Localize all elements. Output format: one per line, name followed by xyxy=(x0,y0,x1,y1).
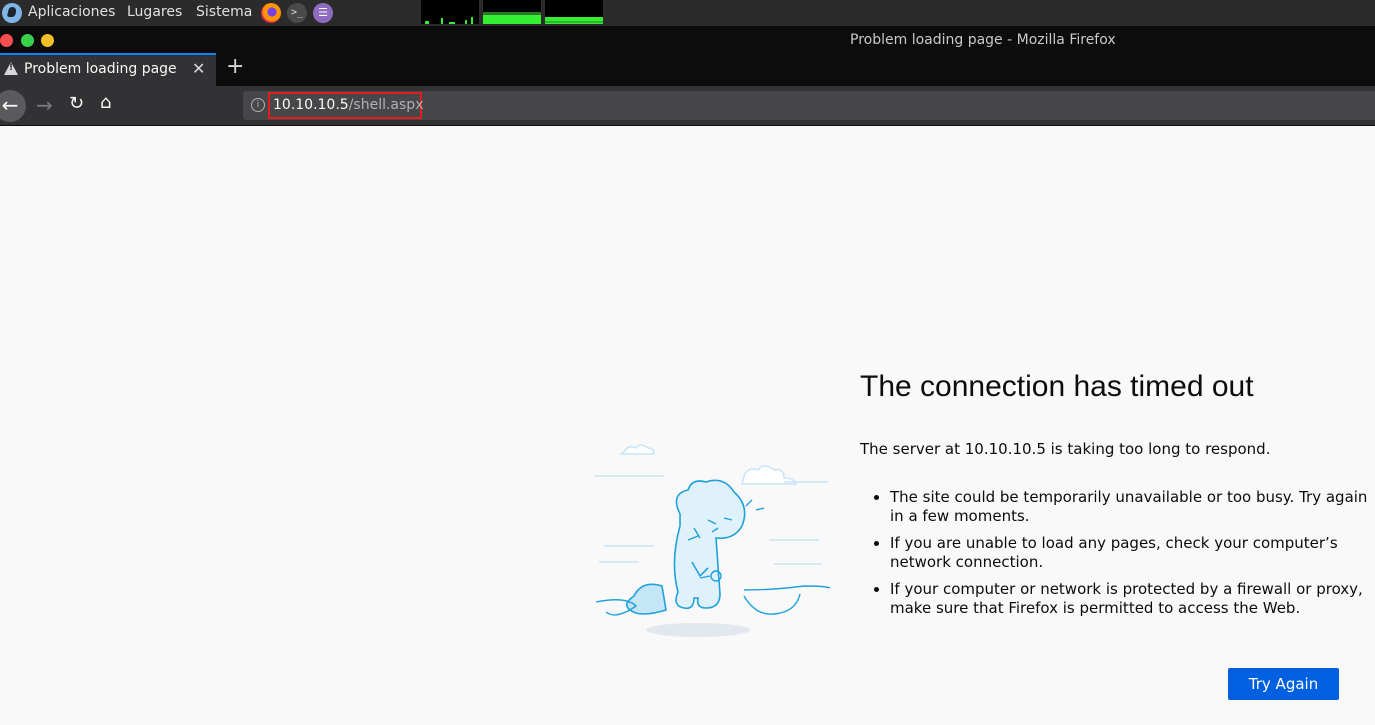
list-item: If you are unable to load any pages, che… xyxy=(890,534,1370,572)
os-top-panel: Aplicaciones Lugares Sistema >_ ☰ xyxy=(0,0,1375,26)
disconnected-dinosaur-illustration xyxy=(594,444,830,637)
navigation-toolbar: ← → ↻ ⌂ i 10.10.10.5/shell.aspx xyxy=(0,86,1375,126)
error-reasons-list: The site could be temporarily unavailabl… xyxy=(870,488,1370,626)
menu-lugares[interactable]: Lugares xyxy=(127,4,182,20)
close-window-button[interactable] xyxy=(0,34,13,47)
warning-icon xyxy=(4,62,18,75)
tab-label: Problem loading page xyxy=(24,61,177,77)
list-item: The site could be temporarily unavailabl… xyxy=(890,488,1370,526)
distro-logo-icon[interactable] xyxy=(2,3,22,23)
cpu-monitor xyxy=(421,0,479,24)
maximize-window-button[interactable] xyxy=(21,34,34,47)
list-item: If your computer or network is protected… xyxy=(890,580,1370,618)
url-host: 10.10.10.5 xyxy=(273,97,349,113)
terminal-icon[interactable]: >_ xyxy=(287,3,307,23)
network-monitor xyxy=(545,0,603,24)
error-heading: The connection has timed out xyxy=(860,370,1254,403)
back-button[interactable]: ← xyxy=(0,90,26,122)
home-button[interactable]: ⌂ xyxy=(100,92,111,113)
new-tab-button[interactable]: + xyxy=(226,54,244,79)
forward-button[interactable]: → xyxy=(36,93,53,117)
url-bar[interactable]: i 10.10.10.5/shell.aspx xyxy=(243,91,1375,120)
url-text[interactable]: 10.10.10.5/shell.aspx xyxy=(273,97,423,113)
window-titlebar: Problem loading page - Mozilla Firefox xyxy=(0,26,1375,53)
memory-monitor xyxy=(483,0,541,24)
minimize-window-button[interactable] xyxy=(41,34,54,47)
error-description: The server at 10.10.10.5 is taking too l… xyxy=(860,440,1271,458)
close-tab-icon[interactable]: ✕ xyxy=(192,59,205,78)
try-again-button[interactable]: Try Again xyxy=(1228,668,1339,700)
tab-problem-loading[interactable]: Problem loading page ✕ xyxy=(0,53,216,86)
reload-button[interactable]: ↻ xyxy=(69,93,84,114)
tab-strip: Problem loading page ✕ + xyxy=(0,53,1375,86)
url-path: /shell.aspx xyxy=(348,97,424,113)
text-editor-icon[interactable]: ☰ xyxy=(313,3,333,23)
site-info-icon[interactable]: i xyxy=(251,98,265,112)
menu-sistema[interactable]: Sistema xyxy=(196,4,252,20)
firefox-icon[interactable] xyxy=(261,3,281,23)
menu-aplicaciones[interactable]: Aplicaciones xyxy=(28,4,115,20)
window-title: Problem loading page - Mozilla Firefox xyxy=(850,32,1116,48)
